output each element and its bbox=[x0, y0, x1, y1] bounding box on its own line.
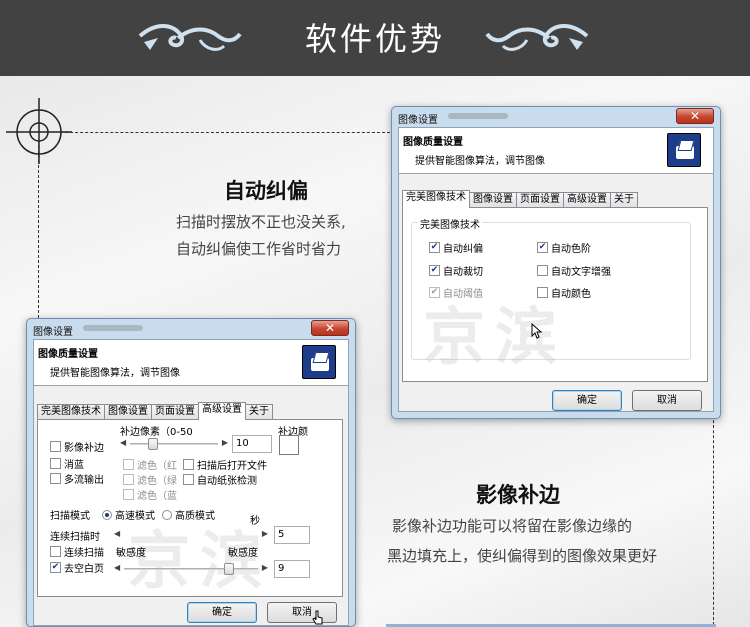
scanner-logo-icon bbox=[667, 133, 701, 167]
fill-color-swatch[interactable] bbox=[279, 435, 299, 455]
tab-page-settings[interactable]: 页面设置 bbox=[516, 192, 564, 208]
tab-about[interactable]: 关于 bbox=[245, 404, 273, 420]
dialog-header: 图像质量设置 提供智能图像算法，调节图像 bbox=[399, 128, 713, 174]
checkmark-icon: ✔ bbox=[537, 242, 548, 253]
sensitivity-slider[interactable]: ◀ ▶ bbox=[114, 561, 268, 577]
scanner-logo-icon bbox=[302, 345, 336, 379]
scan-mode-hq-radio[interactable]: 高质模式 bbox=[162, 507, 215, 522]
tab-image-settings[interactable]: 图像设置 bbox=[469, 192, 517, 208]
tab-panel: 京滨 补边像素（0-50 补边颜 影像补边 ◀ ▶ 10 消蓝 滤色（红 扫描后… bbox=[37, 419, 343, 597]
banner: 软件优势 bbox=[0, 0, 750, 76]
checkmark-icon: ✔ bbox=[429, 242, 440, 253]
auto-paper-detect-checkbox[interactable]: 自动纸张检测 bbox=[183, 472, 257, 487]
hand-cursor-icon bbox=[312, 610, 323, 625]
close-icon: ✕ bbox=[324, 321, 336, 335]
cancel-button[interactable]: 取消 bbox=[267, 602, 337, 623]
image-fill-checkbox[interactable]: 影像补边 bbox=[50, 439, 104, 454]
tab-bar: 完美图像技术 图像设置 页面设置 高级设置 关于 bbox=[402, 190, 638, 208]
auto-crop-checkbox[interactable]: ✔ 自动裁切 bbox=[429, 263, 483, 278]
image-settings-dialog-deskew: 图像设置 ✕ 图像质量设置 提供智能图像算法，调节图像 完美图像技术 图像设置 … bbox=[391, 106, 721, 419]
close-icon: ✕ bbox=[689, 109, 701, 123]
feature-desc-fill-2: 黑边填充上，使纠偏得到的图像效果更好 bbox=[387, 547, 658, 565]
slider-thumb[interactable] bbox=[148, 438, 158, 450]
guide-line bbox=[60, 132, 390, 133]
scan-mode-fast-radio[interactable]: 高速模式 bbox=[102, 507, 155, 522]
header-subtitle: 提供智能图像算法，调节图像 bbox=[50, 368, 180, 379]
dialog-title: 图像设置 bbox=[398, 115, 438, 126]
slider-left-arrow-icon[interactable]: ◀ bbox=[114, 563, 120, 572]
close-button[interactable]: ✕ bbox=[676, 108, 714, 124]
dialog-client: 图像质量设置 提供智能图像算法，调节图像 完美图像技术 图像设置 页面设置 高级… bbox=[398, 127, 714, 412]
slider-left-arrow-icon[interactable]: ◀ bbox=[114, 529, 120, 538]
watermark: 京滨 bbox=[423, 300, 568, 373]
fill-pixels-input[interactable]: 10 bbox=[232, 435, 272, 453]
feature-title-deskew: 自动纠偏 bbox=[224, 179, 308, 203]
remove-blank-page-checkbox[interactable]: ✔ 去空白页 bbox=[50, 560, 104, 575]
continuous-interval-input[interactable]: 5 bbox=[274, 526, 310, 544]
auto-deskew-checkbox[interactable]: ✔ 自动纠偏 bbox=[429, 240, 483, 255]
sensitivity-label-right: 敏感度 bbox=[228, 548, 258, 559]
header-subtitle: 提供智能图像算法，调节图像 bbox=[415, 156, 545, 167]
dialog-header: 图像质量设置 提供智能图像算法，调节图像 bbox=[34, 340, 348, 386]
tab-advanced-settings[interactable]: 高级设置 bbox=[563, 192, 611, 208]
group-label: 完美图像技术 bbox=[418, 216, 482, 231]
guide-line bbox=[713, 410, 714, 625]
dialog-titlebar[interactable]: 图像设置 ✕ bbox=[27, 319, 355, 339]
filter-red-checkbox: 滤色（红 bbox=[123, 457, 177, 472]
close-button[interactable]: ✕ bbox=[311, 320, 349, 336]
slider-right-arrow-icon[interactable]: ▶ bbox=[262, 529, 268, 538]
continuous-scan-interval-label: 连续扫描时 bbox=[50, 532, 100, 543]
dialog-titlebar[interactable]: 图像设置 ✕ bbox=[392, 107, 720, 127]
tab-advanced-settings[interactable]: 高级设置 bbox=[198, 402, 246, 420]
auto-levels-checkbox[interactable]: ✔ 自动色阶 bbox=[537, 240, 591, 255]
banner-title: 软件优势 bbox=[304, 20, 445, 58]
header-title: 图像质量设置 bbox=[38, 349, 98, 360]
tab-bar: 完美图像技术 图像设置 页面设置 高级设置 关于 bbox=[37, 402, 273, 420]
open-after-scan-checkbox[interactable]: 扫描后打开文件 bbox=[183, 457, 267, 472]
slider-left-arrow-icon[interactable]: ◀ bbox=[120, 438, 126, 447]
sensitivity-input[interactable]: 9 bbox=[274, 560, 310, 578]
tab-panel: 完美图像技术 ✔ 自动纠偏 ✔ 自动色阶 ✔ 自动裁切 自动文字增强 ✔ 自动阈值 自动… bbox=[402, 207, 708, 382]
continuous-interval-slider[interactable]: ◀ ▶ bbox=[114, 527, 268, 543]
sensitivity-label-left: 敏感度 bbox=[116, 548, 146, 559]
tab-image-settings[interactable]: 图像设置 bbox=[104, 404, 152, 420]
cancel-button[interactable]: 取消 bbox=[632, 390, 702, 411]
tab-perfect-image[interactable]: 完美图像技术 bbox=[37, 404, 105, 420]
remove-blue-checkbox[interactable]: 消蓝 bbox=[50, 456, 84, 471]
mouse-cursor-icon bbox=[531, 323, 543, 339]
filter-blue-checkbox: 滤色（蓝 bbox=[123, 487, 177, 502]
tab-page-settings[interactable]: 页面设置 bbox=[151, 404, 199, 420]
feature-desc-deskew-2: 自动纠偏使工作省时省力 bbox=[176, 240, 342, 258]
tab-perfect-image[interactable]: 完美图像技术 bbox=[402, 190, 470, 208]
right-ornament-icon bbox=[485, 24, 589, 51]
checkmark-icon: ✔ bbox=[50, 562, 61, 573]
fill-pixels-slider[interactable]: ◀ ▶ bbox=[120, 436, 228, 452]
continuous-scan-checkbox[interactable]: 连续扫描 bbox=[50, 544, 104, 559]
feature-desc-fill-1: 影像补边功能可以将留在影像边缘的 bbox=[392, 517, 633, 535]
auto-text-enhance-checkbox[interactable]: 自动文字增强 bbox=[537, 263, 611, 278]
tab-about[interactable]: 关于 bbox=[610, 192, 638, 208]
checkmark-icon: ✔ bbox=[429, 265, 440, 276]
multi-stream-checkbox[interactable]: 多流输出 bbox=[50, 471, 104, 486]
guide-line bbox=[38, 140, 39, 318]
feature-desc-deskew-1: 扫描时摆放不正也没关系, bbox=[176, 213, 346, 231]
slider-right-arrow-icon[interactable]: ▶ bbox=[262, 563, 268, 572]
dialog-client: 图像质量设置 提供智能图像算法，调节图像 完美图像技术 图像设置 页面设置 高级… bbox=[33, 339, 349, 626]
crosshair-icon bbox=[6, 98, 72, 164]
ok-button[interactable]: 确定 bbox=[552, 390, 622, 411]
slider-right-arrow-icon[interactable]: ▶ bbox=[222, 438, 228, 447]
header-title: 图像质量设置 bbox=[403, 137, 463, 148]
image-settings-dialog-advanced: 图像设置 ✕ 图像质量设置 提供智能图像算法，调节图像 完美图像技术 图像设置 … bbox=[26, 318, 356, 627]
scan-mode-label: 扫描模式 bbox=[50, 511, 90, 522]
ok-button[interactable]: 确定 bbox=[187, 602, 257, 623]
dialog-title: 图像设置 bbox=[33, 327, 73, 338]
slider-thumb[interactable] bbox=[224, 563, 234, 575]
filter-green-checkbox: 滤色（绿 bbox=[123, 472, 177, 487]
feature-title-fill: 影像补边 bbox=[476, 483, 560, 507]
seconds-label: 秒 bbox=[250, 516, 260, 527]
